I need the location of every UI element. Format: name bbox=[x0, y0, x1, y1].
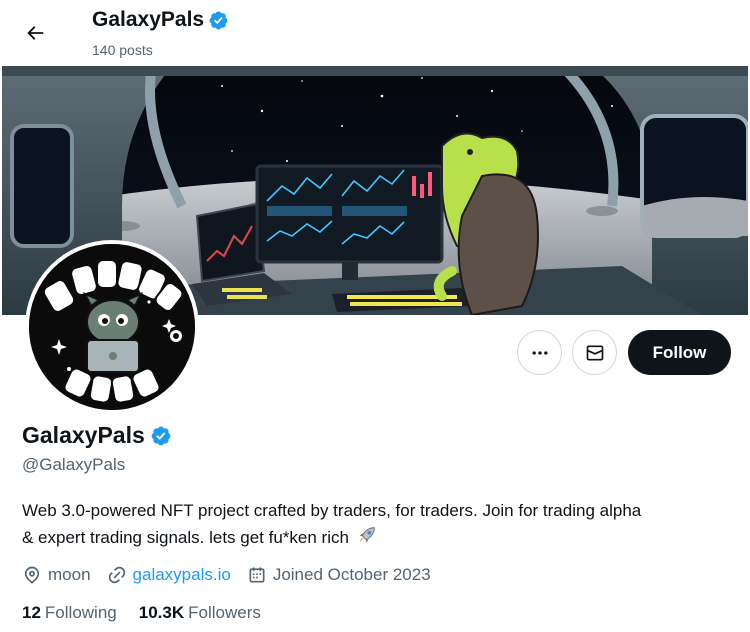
more-button[interactable] bbox=[517, 330, 562, 375]
followers-stat[interactable]: 10.3K Followers bbox=[139, 603, 261, 623]
avatar-image bbox=[29, 244, 195, 410]
profile-avatar[interactable] bbox=[25, 240, 199, 414]
bio-text: Web 3.0-powered NFT project crafted by t… bbox=[22, 501, 642, 547]
verified-badge-icon bbox=[209, 11, 228, 29]
galaxypals-logo bbox=[29, 244, 195, 410]
header-title: GalaxyPals bbox=[92, 8, 229, 32]
header-name-text: GalaxyPals bbox=[92, 8, 205, 31]
link-icon bbox=[108, 566, 125, 584]
profile-header: GalaxyPals 140 posts bbox=[0, 0, 750, 65]
calendar-icon bbox=[249, 567, 265, 583]
user-handle: @GalaxyPals bbox=[22, 455, 126, 474]
followers-count: 10.3K bbox=[138, 603, 185, 622]
follow-stats: 12 Following 10.3K Followers bbox=[22, 603, 283, 623]
website-link[interactable]: galaxypals.io bbox=[133, 565, 231, 585]
location-pin-icon bbox=[24, 566, 40, 584]
rocket-icon bbox=[359, 527, 375, 543]
follow-button[interactable]: Follow bbox=[628, 330, 731, 375]
message-button[interactable] bbox=[572, 330, 617, 375]
location-item: moon bbox=[22, 565, 91, 585]
joined-text: Joined October 2023 bbox=[272, 565, 431, 584]
followers-label: Followers bbox=[188, 603, 261, 622]
following-count: 12 bbox=[22, 603, 41, 622]
back-button[interactable] bbox=[16, 14, 54, 52]
profile-meta: moon galaxypals.io Joined October 2023 bbox=[22, 563, 447, 587]
profile-bio: Web 3.0-powered NFT project crafted by t… bbox=[22, 498, 642, 551]
display-name: GalaxyPals bbox=[22, 422, 172, 449]
following-stat[interactable]: 12 Following bbox=[22, 603, 117, 623]
website-item[interactable]: galaxypals.io bbox=[107, 565, 231, 585]
more-horizontal-icon bbox=[532, 350, 547, 355]
display-name-text: GalaxyPals bbox=[22, 422, 145, 448]
following-label: Following bbox=[44, 603, 117, 622]
post-count: 140 posts bbox=[92, 42, 153, 58]
arrow-left-icon bbox=[27, 26, 44, 40]
verified-badge-icon[interactable] bbox=[150, 425, 172, 447]
envelope-icon bbox=[586, 345, 603, 360]
location-text: moon bbox=[48, 565, 91, 584]
joined-item: Joined October 2023 bbox=[247, 565, 431, 585]
